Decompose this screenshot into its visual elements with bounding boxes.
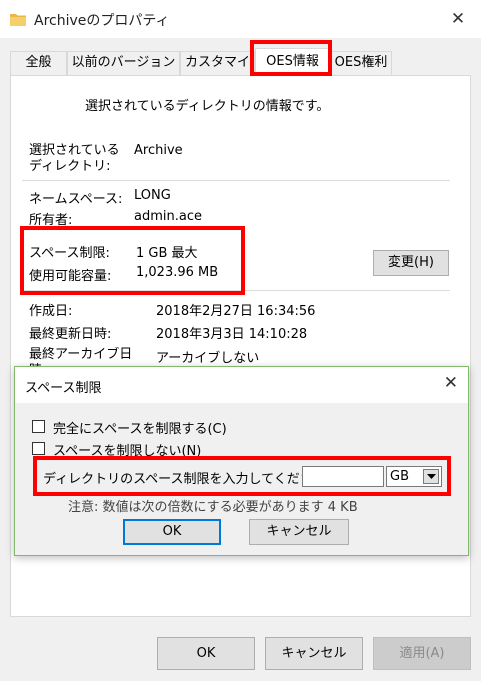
limit-all-checkbox[interactable]	[32, 420, 45, 433]
modified-label: 最終更新日時:	[29, 327, 112, 342]
no-limit-label[interactable]: スペースを制限しない(N)	[53, 440, 201, 459]
chevron-down-icon	[423, 469, 439, 484]
tab-oes-rights[interactable]: OES権利	[330, 51, 392, 76]
properties-window: Archiveのプロパティ ✕ 全般 以前のバージョン カスタマイズ OES情報…	[0, 0, 481, 681]
space-limit-value: 1 GB 最大	[136, 246, 198, 261]
cancel-button[interactable]: キャンセル	[265, 637, 363, 670]
limit-input-label: ディレクトリのスペース制限を入力してください	[43, 472, 326, 487]
no-limit-checkbox[interactable]	[32, 442, 45, 455]
dialog-title: スペース制限	[25, 381, 102, 396]
folder-icon	[10, 12, 26, 26]
tab-previous-versions[interactable]: 以前のバージョン	[67, 51, 180, 76]
tab-oes-info[interactable]: OES情報	[255, 48, 330, 76]
space-limit-dialog: スペース制限 ✕ 完全にスペースを制限する(C) スペースを制限しない(N) デ…	[14, 366, 469, 556]
change-button[interactable]: 変更(H)	[373, 250, 449, 276]
separator	[22, 290, 450, 291]
selected-dir-value: Archive	[134, 143, 183, 158]
tab-general[interactable]: 全般	[10, 51, 67, 76]
ok-button[interactable]: OK	[157, 637, 255, 670]
unit-select[interactable]: GB	[386, 466, 442, 487]
dialog-ok-button[interactable]: OK	[123, 519, 221, 545]
unit-select-value: GB	[390, 469, 409, 484]
namespace-label: ネームスペース:	[29, 192, 123, 207]
owner-value: admin.ace	[134, 209, 202, 224]
dialog-title-bar: スペース制限 ✕	[15, 367, 468, 403]
created-label: 作成日:	[29, 304, 73, 319]
available-value: 1,023.96 MB	[136, 265, 219, 280]
namespace-value: LONG	[134, 188, 171, 203]
window-title: Archiveのプロパティ	[34, 13, 170, 29]
tab-customize[interactable]: カスタマイズ	[180, 51, 255, 92]
archive-value: アーカイブしない	[156, 351, 260, 366]
space-limit-label: スペース制限:	[29, 246, 110, 261]
apply-button[interactable]: 適用(A)	[373, 637, 471, 670]
panel-description: 選択されているディレクトリの情報です。	[85, 99, 330, 114]
multiple-note: 注意: 数値は次の倍数にする必要があります 4 KB	[68, 500, 358, 515]
modified-value: 2018年3月3日 14:10:28	[156, 327, 308, 342]
owner-label: 所有者:	[29, 213, 73, 228]
available-label: 使用可能容量:	[29, 269, 112, 284]
created-value: 2018年2月27日 16:34:56	[156, 304, 316, 319]
dialog-cancel-button[interactable]: キャンセル	[249, 519, 349, 545]
selected-dir-label: 選択されている ディレクトリ:	[29, 143, 120, 174]
title-bar: Archiveのプロパティ ✕	[0, 0, 481, 38]
close-icon[interactable]: ✕	[435, 0, 481, 38]
limit-all-label[interactable]: 完全にスペースを制限する(C)	[53, 418, 227, 437]
separator	[22, 180, 450, 181]
limit-input[interactable]	[302, 466, 384, 487]
close-icon[interactable]: ✕	[444, 373, 458, 393]
